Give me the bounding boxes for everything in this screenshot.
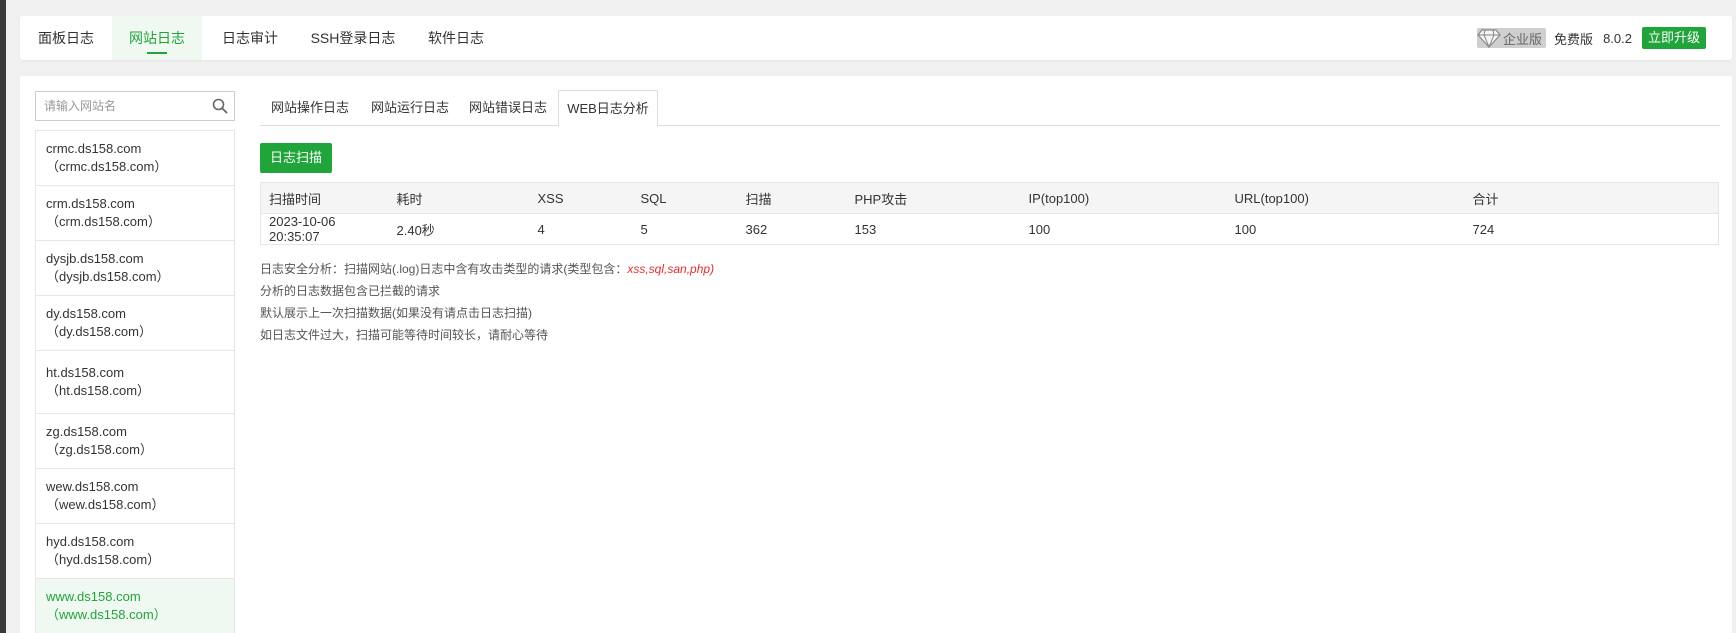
site-name: hyd.ds158.com bbox=[46, 534, 135, 549]
tab-site-run-log[interactable]: 网站运行日志 bbox=[360, 90, 460, 126]
site-alias: （wew.ds158.com） bbox=[46, 497, 165, 512]
tab-panel-log[interactable]: 面板日志 bbox=[20, 16, 112, 60]
col-ip-top100: IP(top100) bbox=[1020, 182, 1227, 214]
site-search-input[interactable] bbox=[36, 92, 196, 120]
col-xss: XSS bbox=[529, 182, 633, 214]
site-name: zg.ds158.com bbox=[46, 424, 127, 439]
site-item[interactable]: hyd.ds158.com （hyd.ds158.com） bbox=[36, 523, 234, 578]
tab-site-log[interactable]: 网站日志 bbox=[112, 16, 202, 60]
note-line: 默认展示上一次扫描数据(如果没有请点击日志扫描) bbox=[260, 306, 532, 320]
site-item[interactable]: dy.ds158.com （dy.ds158.com） bbox=[36, 295, 234, 350]
tab-log-audit[interactable]: 日志审计 bbox=[202, 16, 298, 60]
main-panel: crmc.ds158.com （crmc.ds158.com） crm.ds158… bbox=[20, 76, 1732, 633]
enterprise-label: 企业版 bbox=[1503, 31, 1543, 47]
log-content: 网站操作日志 网站运行日志 网站错误日志 WEB日志分析 日志扫描 扫描时间 耗… bbox=[260, 90, 1720, 342]
cell-scan[interactable]: 362 bbox=[738, 214, 847, 245]
table-header-row: 扫描时间 耗时 XSS SQL 扫描 PHP攻击 IP(top100) URL(… bbox=[260, 182, 1719, 214]
cell-total: 724 bbox=[1472, 221, 1495, 237]
version-info: 企业版 免费版 8.0.2 立即升级 bbox=[1477, 16, 1732, 60]
log-scan-button[interactable]: 日志扫描 bbox=[260, 143, 333, 173]
site-item[interactable]: ht.ds158.com （ht.ds158.com） bbox=[36, 350, 234, 413]
tab-web-log-analysis[interactable]: WEB日志分析 bbox=[558, 90, 658, 127]
site-name: www.ds158.com bbox=[46, 589, 141, 604]
site-item[interactable]: crmc.ds158.com （crmc.ds158.com） bbox=[36, 130, 234, 185]
analysis-notes: 日志安全分析：扫描网站(.log)日志中含有攻击类型的请求(类型包含：xss,s… bbox=[260, 258, 714, 346]
cell-ip-top100[interactable]: 100 bbox=[1021, 214, 1227, 245]
site-alias: （crm.ds158.com） bbox=[46, 214, 161, 229]
log-category-bar: 面板日志 网站日志 日志审计 SSH登录日志 软件日志 企业版 免费版 8.0.… bbox=[20, 16, 1732, 60]
site-list: crmc.ds158.com （crmc.ds158.com） crm.ds158… bbox=[35, 130, 235, 633]
table-row: 2023-10-06 20:35:07 2.40秒 4 5 362 153 10… bbox=[261, 214, 1719, 245]
cell-url-top100[interactable]: 100 bbox=[1227, 214, 1465, 245]
site-name: wew.ds158.com bbox=[46, 479, 139, 494]
col-total: 合计 bbox=[1464, 182, 1719, 214]
cell-scan-time: 2023-10-06 20:35:07 bbox=[269, 214, 336, 244]
col-scan-time: 扫描时间 bbox=[260, 182, 389, 214]
site-alias: （crmc.ds158.com） bbox=[46, 159, 168, 174]
note-suffix: ) bbox=[710, 262, 715, 276]
col-scan: 扫描 bbox=[737, 182, 847, 214]
site-item-selected[interactable]: www.ds158.com （www.ds158.com） bbox=[36, 578, 234, 633]
cell-sql[interactable]: 5 bbox=[633, 214, 738, 245]
cell-duration: 2.40秒 bbox=[396, 222, 435, 238]
cell-php-attack[interactable]: 153 bbox=[847, 214, 1021, 245]
note-line: 如日志文件过大，扫描可能等待时间较长，请耐心等待 bbox=[260, 328, 549, 342]
site-name: crm.ds158.com bbox=[46, 196, 135, 211]
tab-site-error-log[interactable]: 网站错误日志 bbox=[458, 90, 558, 126]
col-sql: SQL bbox=[632, 182, 738, 214]
site-alias: （ht.ds158.com） bbox=[46, 383, 151, 398]
site-item[interactable]: crm.ds158.com （crm.ds158.com） bbox=[36, 185, 234, 240]
col-php-attack: PHP攻击 bbox=[846, 182, 1021, 214]
scan-result-table: 扫描时间 耗时 XSS SQL 扫描 PHP攻击 IP(top100) URL(… bbox=[260, 182, 1719, 245]
enterprise-badge[interactable]: 企业版 bbox=[1477, 28, 1547, 48]
cell-xss[interactable]: 4 bbox=[530, 214, 633, 245]
version-number: 8.0.2 bbox=[1603, 30, 1632, 46]
site-item[interactable]: wew.ds158.com （wew.ds158.com） bbox=[36, 468, 234, 523]
search-icon[interactable] bbox=[212, 98, 228, 114]
site-name: crmc.ds158.com bbox=[46, 141, 142, 156]
site-item[interactable]: dysjb.ds158.com （dysjb.ds158.com） bbox=[36, 240, 234, 295]
site-alias: （hyd.ds158.com） bbox=[46, 552, 161, 567]
site-name: dy.ds158.com bbox=[46, 306, 126, 321]
site-alias: （www.ds158.com） bbox=[46, 607, 167, 622]
tab-site-log-label: 网站日志 bbox=[129, 30, 185, 46]
note-line: 分析的日志数据包含已拦截的请求 bbox=[260, 284, 441, 298]
col-duration: 耗时 bbox=[388, 182, 530, 214]
window-edge bbox=[0, 0, 6, 633]
site-search-box bbox=[35, 91, 235, 121]
site-name: ht.ds158.com bbox=[46, 365, 125, 380]
site-name: dysjb.ds158.com bbox=[46, 251, 144, 266]
tab-site-operation-log[interactable]: 网站操作日志 bbox=[260, 90, 360, 126]
note-line: 日志安全分析：扫描网站(.log)日志中含有攻击类型的请求(类型包含：xss,s… bbox=[260, 258, 714, 280]
free-edition-label: 免费版 bbox=[1554, 31, 1594, 47]
tab-ssh-log[interactable]: SSH登录日志 bbox=[298, 16, 408, 60]
note-prefix: 日志安全分析：扫描网站(.log)日志中含有攻击类型的请求(类型包含： bbox=[260, 262, 628, 276]
note-types: xss,sql,san,php bbox=[627, 262, 711, 276]
site-alias: （dysjb.ds158.com） bbox=[46, 269, 170, 284]
col-url-top100: URL(top100) bbox=[1226, 182, 1465, 214]
site-alias: （zg.ds158.com） bbox=[46, 442, 153, 457]
sub-tab-bar: 网站操作日志 网站运行日志 网站错误日志 WEB日志分析 bbox=[260, 90, 1720, 127]
upgrade-button[interactable]: 立即升级 bbox=[1641, 27, 1706, 49]
active-tab-underline bbox=[147, 52, 167, 54]
diamond-icon bbox=[1477, 29, 1501, 48]
tab-software-log[interactable]: 软件日志 bbox=[408, 16, 504, 60]
site-item[interactable]: zg.ds158.com （zg.ds158.com） bbox=[36, 413, 234, 468]
site-alias: （dy.ds158.com） bbox=[46, 324, 152, 339]
